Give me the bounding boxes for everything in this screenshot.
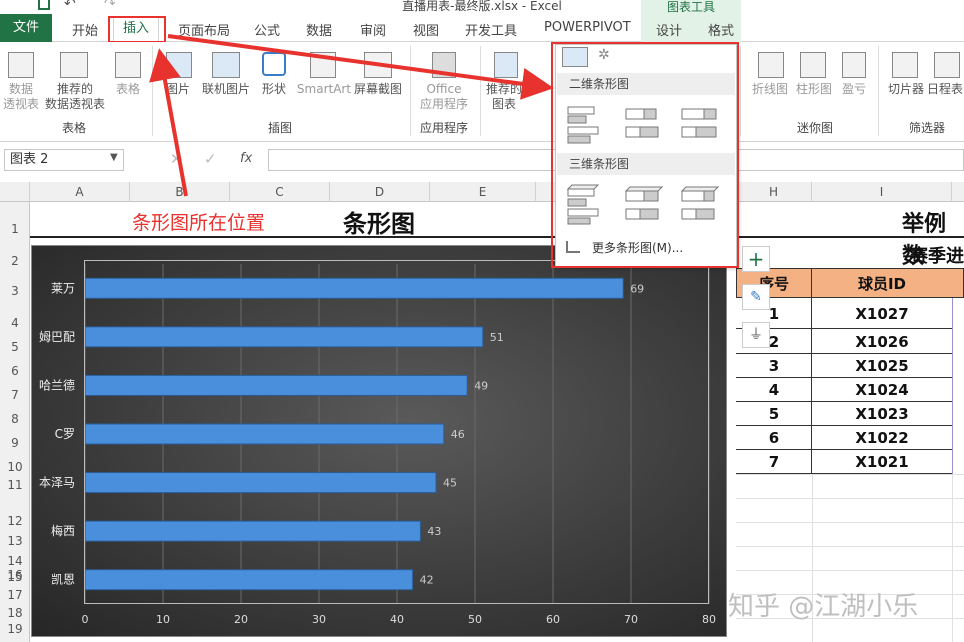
annotation-arrows — [149, 34, 554, 197]
arrow-to-dropdown — [167, 34, 554, 100]
watermark: 知乎 @江湖小乐 — [728, 592, 919, 622]
arrow-to-bar-icon — [149, 48, 188, 197]
